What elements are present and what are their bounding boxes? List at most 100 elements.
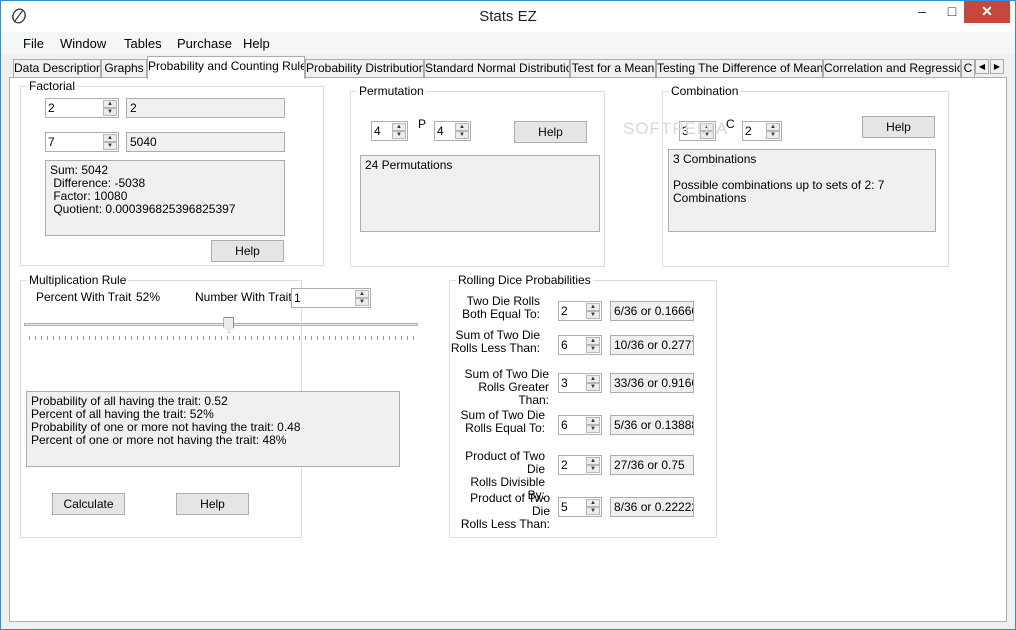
- percent-with-trait-value: 52%: [136, 290, 161, 304]
- combination-title: Combination: [669, 84, 741, 98]
- tab-probability-distributions[interactable]: Probability Distributions: [305, 59, 424, 77]
- dice-input-value: 6: [561, 418, 568, 432]
- minimize-button[interactable]: –: [907, 1, 937, 23]
- spin-down-icon[interactable]: ▼: [455, 131, 469, 139]
- combination-r-input[interactable]: 2 ▲ ▼: [742, 121, 782, 141]
- multiplication-title: Multiplication Rule: [27, 273, 129, 287]
- combination-result: 3 Combinations: [673, 152, 757, 166]
- spin-down-icon[interactable]: ▼: [586, 345, 600, 353]
- factorial-title: Factorial: [27, 79, 78, 93]
- spin-up-icon[interactable]: ▲: [586, 457, 600, 465]
- dice-result-sum-greater: 33/36 or 0.9166: [610, 373, 694, 393]
- tab-difference-means[interactable]: Testing The Difference of Means: [656, 59, 823, 77]
- dice-input-value: 5: [561, 500, 568, 514]
- dice-result-sum-less: 10/36 or 0.2777: [610, 335, 694, 355]
- spin-up-icon[interactable]: ▲: [586, 375, 600, 383]
- spin-up-icon[interactable]: ▲: [586, 499, 600, 507]
- tab-test-mean[interactable]: Test for a Mean: [570, 59, 656, 77]
- spin-up-icon[interactable]: ▲: [392, 123, 406, 131]
- spin-up-icon[interactable]: ▲: [103, 100, 117, 108]
- app-window: Stats EZ – □ ✕ File Window Tables Purcha…: [0, 0, 1016, 630]
- dice-input-product-divisible[interactable]: 2 ▲ ▼: [558, 455, 602, 475]
- factorial-input-2[interactable]: 7 ▲ ▼: [45, 132, 119, 152]
- trait-slider-ticks: [29, 336, 417, 340]
- dice-input-product-less[interactable]: 5 ▲ ▼: [558, 497, 602, 517]
- combination-r-value: 2: [745, 124, 752, 138]
- spin-up-icon[interactable]: ▲: [355, 290, 369, 298]
- calculate-button[interactable]: Calculate: [52, 493, 125, 515]
- tab-data-description[interactable]: Data Description: [13, 59, 101, 77]
- permutation-r-value: 4: [437, 124, 444, 138]
- factorial-result-1: 2: [126, 98, 285, 118]
- spin-up-icon[interactable]: ▲: [586, 417, 600, 425]
- permutation-n-input[interactable]: 4 ▲ ▼: [371, 121, 408, 141]
- spin-up-icon[interactable]: ▲: [103, 134, 117, 142]
- permutation-result: 24 Permutations: [365, 158, 453, 172]
- spin-down-icon[interactable]: ▼: [392, 131, 406, 139]
- permutation-group: Permutation 4 ▲ ▼ P 4 ▲ ▼ Help 24 Permutat…: [350, 84, 605, 267]
- menu-help[interactable]: Help: [243, 36, 270, 51]
- factorial-help-button[interactable]: Help: [211, 240, 284, 262]
- menu-bar: File Window Tables Purchase Help: [1, 32, 1015, 54]
- close-button[interactable]: ✕: [964, 1, 1010, 23]
- dice-input-value: 6: [561, 338, 568, 352]
- permutation-title: Permutation: [357, 84, 426, 98]
- factorial-input-1[interactable]: 2 ▲ ▼: [45, 98, 119, 118]
- multiplication-output: Probability of all having the trait: 0.5…: [26, 391, 400, 467]
- softpedia-watermark: SOFTPEDIA: [623, 119, 729, 138]
- number-with-trait-label: Number With Trait: [195, 290, 292, 304]
- permutation-help-button[interactable]: Help: [514, 121, 587, 143]
- dice-label-both-equal: Two Die Rolls Both Equal To:: [462, 294, 540, 321]
- combination-help-button[interactable]: Help: [862, 116, 935, 138]
- dice-input-sum-equal[interactable]: 6 ▲ ▼: [558, 415, 602, 435]
- dice-input-sum-greater[interactable]: 3 ▲ ▼: [558, 373, 602, 393]
- spin-down-icon[interactable]: ▼: [103, 142, 117, 150]
- tab-overflow[interactable]: C: [961, 59, 975, 77]
- menu-purchase[interactable]: Purchase: [177, 36, 232, 51]
- tab-scroll-right-icon[interactable]: ▶: [990, 59, 1004, 74]
- multiplication-help-button[interactable]: Help: [176, 493, 249, 515]
- dice-input-both-equal[interactable]: 2 ▲ ▼: [558, 301, 602, 321]
- dice-result-sum-equal: 5/36 or 0.13888: [610, 415, 694, 435]
- spin-up-icon[interactable]: ▲: [766, 123, 780, 131]
- number-with-trait-value: 1: [294, 291, 301, 305]
- tab-correlation-regression[interactable]: Correlation and Regression: [823, 59, 961, 77]
- spin-down-icon[interactable]: ▼: [586, 507, 600, 515]
- spin-down-icon[interactable]: ▼: [766, 131, 780, 139]
- spin-down-icon[interactable]: ▼: [355, 298, 369, 306]
- dice-result-product-less: 8/36 or 0.22222: [610, 497, 694, 517]
- dice-label-sum-greater: Sum of Two Die Rolls Greater Than:: [464, 367, 549, 407]
- multiplication-group: Multiplication Rule Percent With Trait 5…: [20, 273, 400, 538]
- permutation-n-value: 4: [374, 124, 381, 138]
- maximize-button[interactable]: □: [937, 1, 967, 23]
- spin-down-icon[interactable]: ▼: [586, 383, 600, 391]
- factorial-output: Sum: 5042 Difference: -5038 Factor: 1008…: [45, 160, 285, 236]
- menu-window[interactable]: Window: [60, 36, 106, 51]
- dice-input-sum-less[interactable]: 6 ▲ ▼: [558, 335, 602, 355]
- permutation-symbol: P: [418, 117, 427, 131]
- dice-group: Rolling Dice Probabilities Two Die Rolls…: [449, 273, 717, 538]
- tab-graphs[interactable]: Graphs: [101, 59, 147, 77]
- trait-slider-track[interactable]: [24, 323, 418, 326]
- spin-up-icon[interactable]: ▲: [455, 123, 469, 131]
- tab-standard-normal[interactable]: Standard Normal Distribution: [424, 59, 570, 77]
- menu-file[interactable]: File: [23, 36, 44, 51]
- combination-possible: Possible combinations up to sets of 2: 7…: [673, 178, 885, 205]
- dice-input-value: 2: [561, 304, 568, 318]
- spin-up-icon[interactable]: ▲: [586, 303, 600, 311]
- title-bar[interactable]: Stats EZ – □ ✕: [1, 1, 1015, 32]
- number-with-trait-input[interactable]: 1 ▲ ▼: [291, 288, 371, 308]
- spin-down-icon[interactable]: ▼: [586, 425, 600, 433]
- permutation-output: 24 Permutations: [360, 155, 600, 232]
- tab-probability-counting[interactable]: Probability and Counting Rules: [147, 56, 305, 79]
- spin-down-icon[interactable]: ▼: [586, 311, 600, 319]
- permutation-r-input[interactable]: 4 ▲ ▼: [434, 121, 471, 141]
- dice-label-sum-equal: Sum of Two Die Rolls Equal To:: [460, 408, 545, 435]
- percent-not-trait: Percent of one or more not having the tr…: [31, 433, 287, 447]
- tab-scroll-left-icon[interactable]: ◀: [975, 59, 989, 74]
- menu-tables[interactable]: Tables: [124, 36, 162, 51]
- factorial-input-1-value: 2: [48, 101, 55, 115]
- spin-down-icon[interactable]: ▼: [586, 465, 600, 473]
- spin-up-icon[interactable]: ▲: [586, 337, 600, 345]
- spin-down-icon[interactable]: ▼: [103, 108, 117, 116]
